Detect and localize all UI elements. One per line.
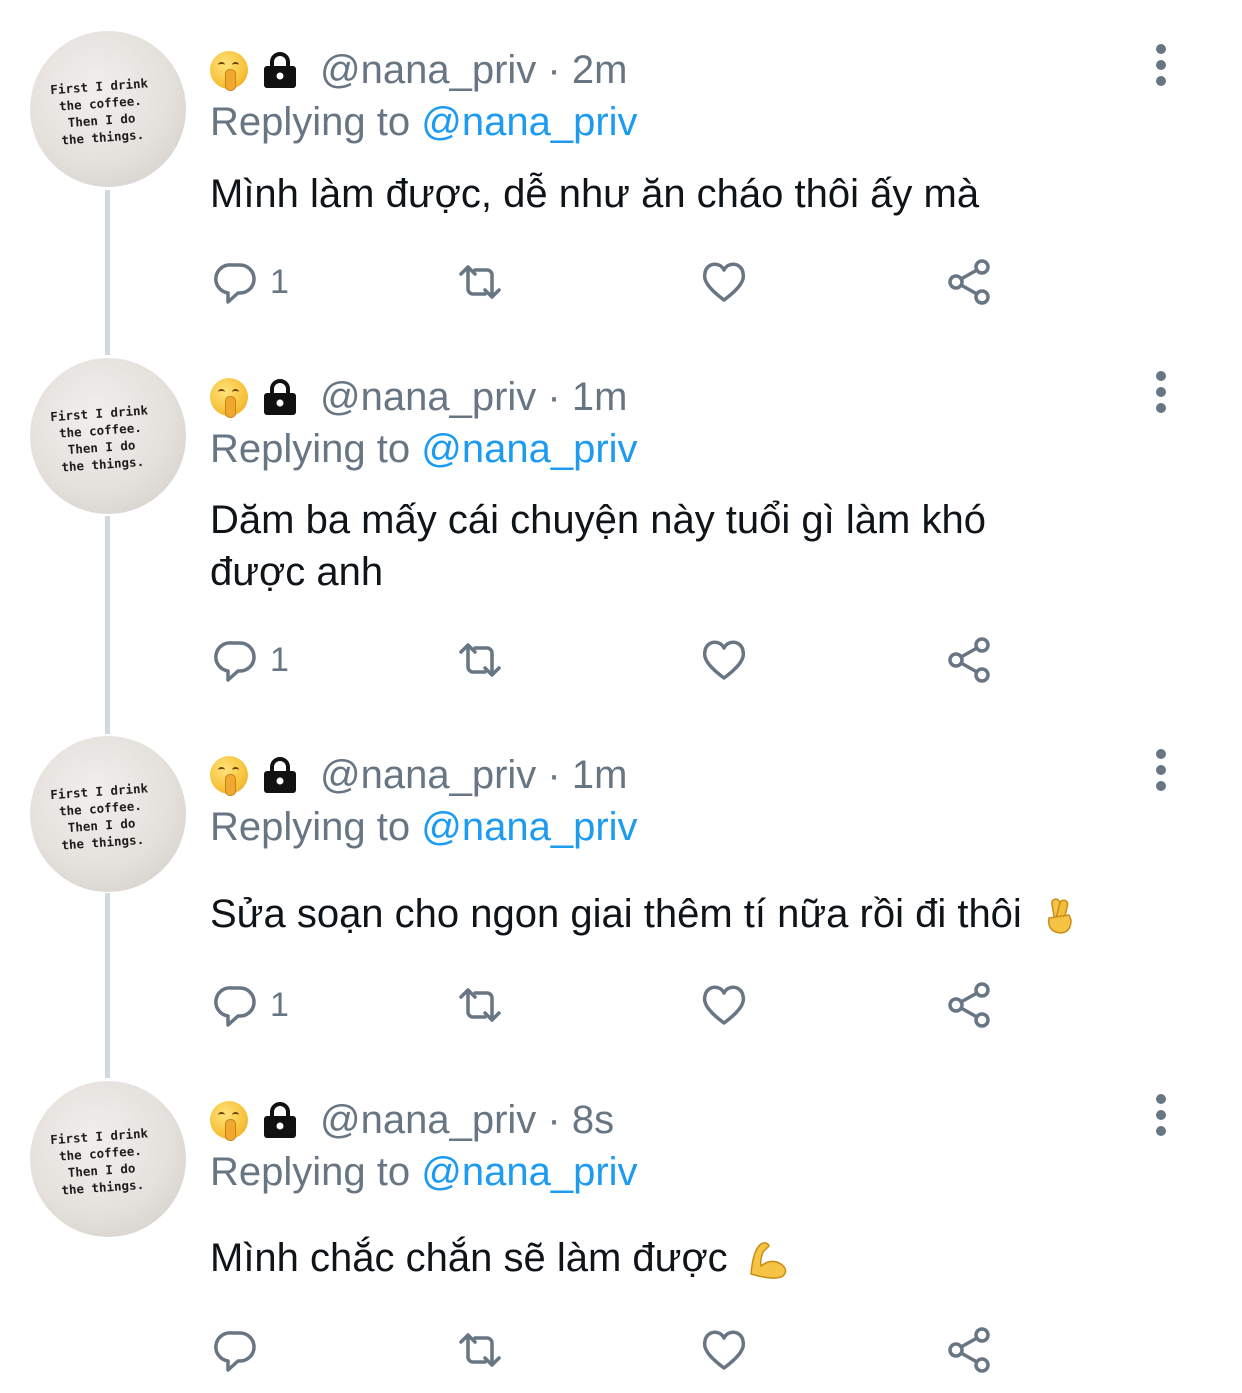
replying-to-label: Replying to [210,805,422,849]
timestamp[interactable]: 1m [572,753,628,797]
tweet-header: @nana_priv · 2m [210,45,627,95]
share-icon [948,1327,990,1373]
replying-to: Replying to @nana_priv [210,100,638,145]
tweet-meta[interactable]: @nana_priv · 1m [320,753,627,798]
thread-line [105,516,110,734]
retweet-button[interactable] [456,257,504,307]
handle[interactable]: @nana_priv [320,1098,536,1142]
retweet-icon [459,1333,501,1367]
tweet-text: Mình chắc chắn sẽ làm được [210,1236,728,1280]
tweet-text: Dăm ba mấy cái chuyện này tuổi gì làm kh… [210,498,986,594]
reply-icon [214,641,256,682]
tweet-text: Mình làm được, dễ như ăn cháo thôi ấy mà [210,172,980,216]
action-bar: 1 [210,980,1010,1030]
reply-button[interactable]: 1 [212,635,289,685]
action-bar [210,1325,1010,1375]
tweet-header: @nana_priv · 8s [210,1095,614,1145]
like-icon [702,1330,746,1370]
mention-link[interactable]: @nana_priv [421,427,637,471]
lock-icon [264,757,296,793]
like-icon [702,262,746,302]
flexed-biceps-emoji [750,1242,787,1280]
avatar[interactable]: First I drink the coffee. Then I do the … [30,736,186,892]
avatar-text: First I drink the coffee. Then I do the … [49,1125,149,1199]
share-button[interactable] [946,1325,994,1375]
timestamp[interactable]: 2m [572,48,628,92]
lock-icon [264,379,296,415]
avatar-text: First I drink the coffee. Then I do the … [49,402,149,476]
avatar[interactable]: First I drink the coffee. Then I do the … [30,1081,186,1237]
thread-line [105,893,110,1078]
share-button[interactable] [946,980,994,1030]
like-icon [702,985,746,1025]
reply-icon [214,986,256,1027]
shushing-face-emoji [210,1101,248,1141]
shushing-face-emoji [210,51,248,91]
avatar-text: First I drink the coffee. Then I do the … [49,780,149,854]
action-bar: 1 [210,257,1010,307]
mention-link[interactable]: @nana_priv [421,1150,637,1194]
retweet-button[interactable] [456,1325,504,1375]
handle[interactable]: @nana_priv [320,375,536,419]
reply-button[interactable]: 1 [212,257,289,307]
tweet-text-row: Sửa soạn cho ngon giai thêm tí nữa rồi đ… [210,888,1170,940]
like-button[interactable] [700,980,748,1030]
like-button[interactable] [700,1325,748,1375]
retweet-button[interactable] [456,635,504,685]
more-icon[interactable] [1148,1094,1174,1150]
share-button[interactable] [946,257,994,307]
share-icon [948,259,990,305]
replying-to: Replying to @nana_priv [210,805,638,850]
replying-to: Replying to @nana_priv [210,427,638,472]
timestamp[interactable]: 8s [572,1098,614,1142]
retweet-button[interactable] [456,980,504,1030]
tweet-header: @nana_priv · 1m [210,372,627,422]
more-icon[interactable] [1148,749,1174,805]
reply-count: 1 [270,262,289,301]
tweet-header: @nana_priv · 1m [210,750,627,800]
like-icon [702,640,746,680]
crossed-fingers-emoji [1047,898,1072,935]
avatar[interactable]: First I drink the coffee. Then I do the … [30,31,186,187]
share-icon [948,982,990,1028]
reply-button[interactable]: 1 [212,980,289,1030]
mention-link[interactable]: @nana_priv [421,100,637,144]
more-icon[interactable] [1148,44,1174,100]
mention-link[interactable]: @nana_priv [421,805,637,849]
retweet-icon [459,988,501,1022]
reply-button[interactable] [212,1325,270,1375]
share-button[interactable] [946,635,994,685]
tweet-meta[interactable]: @nana_priv · 2m [320,48,627,93]
avatar-text: First I drink the coffee. Then I do the … [49,75,149,149]
more-icon[interactable] [1148,371,1174,427]
share-icon [948,637,990,683]
shushing-face-emoji [210,756,248,796]
handle[interactable]: @nana_priv [320,48,536,92]
timestamp[interactable]: 1m [572,375,628,419]
tweet-text: Sửa soạn cho ngon giai thêm tí nữa rồi đ… [210,892,1022,936]
retweet-icon [459,265,501,299]
action-bar: 1 [210,635,1010,685]
reply-count: 1 [270,640,289,679]
retweet-icon [459,643,501,677]
tweet-meta[interactable]: @nana_priv · 1m [320,375,627,420]
reply-icon [214,1331,256,1372]
handle[interactable]: @nana_priv [320,753,536,797]
replying-to-label: Replying to [210,1150,422,1194]
lock-icon [264,52,296,88]
replying-to-label: Replying to [210,100,422,144]
like-button[interactable] [700,635,748,685]
lock-icon [264,1102,296,1138]
like-button[interactable] [700,257,748,307]
replying-to: Replying to @nana_priv [210,1150,638,1195]
replying-to-label: Replying to [210,427,422,471]
avatar[interactable]: First I drink the coffee. Then I do the … [30,358,186,514]
tweet[interactable]: First I drink the coffee. Then I do the … [0,0,1242,340]
shushing-face-emoji [210,378,248,418]
reply-icon [214,263,256,304]
reply-count: 1 [270,985,289,1024]
tweet-meta[interactable]: @nana_priv · 8s [320,1098,614,1143]
tweet-text-row: Mình chắc chắn sẽ làm được [210,1232,1170,1284]
